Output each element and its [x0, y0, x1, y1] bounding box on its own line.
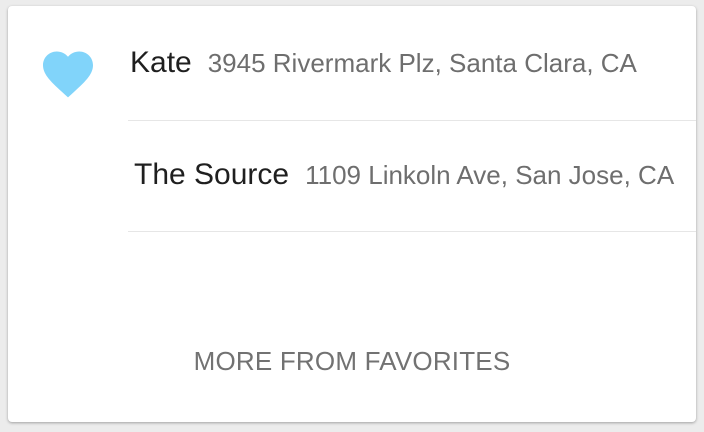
- favorites-card: Kate 3945 Rivermark Plz, Santa Clara, CA…: [8, 6, 696, 422]
- heart-icon: [43, 51, 93, 98]
- divider: [128, 231, 696, 232]
- favorite-name: The Source: [134, 158, 290, 191]
- favorite-address: 3945 Rivermark Plz, Santa Clara, CA: [207, 48, 637, 78]
- favorite-name: Kate: [130, 46, 192, 79]
- favorite-item-the-source[interactable]: The Source 1109 Linkoln Ave, San Jose, C…: [134, 158, 674, 192]
- more-from-favorites-button[interactable]: MORE FROM FAVORITES: [8, 346, 696, 377]
- favorite-item-kate[interactable]: Kate 3945 Rivermark Plz, Santa Clara, CA: [130, 46, 637, 80]
- favorite-address: 1109 Linkoln Ave, San Jose, CA: [305, 160, 675, 190]
- divider: [128, 120, 696, 121]
